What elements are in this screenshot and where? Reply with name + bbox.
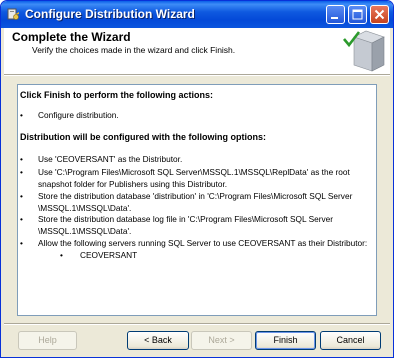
app-icon — [7, 8, 19, 20]
next-button[interactable]: Next > — [191, 331, 252, 350]
option-text: Store the distribution database 'distrib… — [38, 191, 353, 213]
option-text: Store the distribution database log file… — [38, 214, 334, 236]
close-button[interactable] — [370, 5, 389, 24]
server-item: • CEOVERSANT — [60, 250, 137, 260]
footer-separator — [4, 323, 390, 325]
action-text: Configure distribution. — [38, 110, 119, 120]
window-title: Configure Distribution Wizard — [25, 7, 195, 21]
actions-heading: Click Finish to perform the following ac… — [20, 90, 214, 100]
wizard-header: Complete the Wizard Verify the choices m… — [4, 28, 390, 74]
back-button[interactable]: < Back — [127, 331, 189, 350]
bullet: • — [20, 238, 23, 248]
bullet: • — [20, 214, 23, 224]
option-text: Use 'C:\Program Files\Microsoft SQL Serv… — [38, 167, 350, 189]
header-separator — [4, 74, 390, 76]
summary-box[interactable]: Click Finish to perform the following ac… — [17, 84, 377, 316]
cancel-button[interactable]: Cancel — [320, 331, 381, 350]
bullet: • — [20, 110, 23, 120]
option-text: Use 'CEOVERSANT' as the Distributor. — [38, 154, 183, 164]
title-bar[interactable]: Configure Distribution Wizard — [1, 1, 393, 28]
bullet: • — [20, 191, 23, 201]
maximize-icon — [352, 9, 363, 20]
wizard-window: Configure Distribution Wizard Complete t… — [0, 0, 394, 358]
wizard-server-icon — [343, 30, 385, 72]
server-name: CEOVERSANT — [80, 250, 138, 260]
help-button[interactable]: Help — [18, 331, 77, 350]
bullet: • — [20, 154, 23, 164]
finish-button[interactable]: Finish — [255, 331, 316, 350]
minimize-icon — [331, 17, 338, 19]
close-icon — [374, 9, 385, 20]
bullet: • — [20, 167, 23, 177]
bullet: • — [60, 250, 63, 260]
page-title: Complete the Wizard — [12, 30, 131, 44]
page-subtitle: Verify the choices made in the wizard an… — [32, 45, 236, 55]
minimize-button[interactable] — [326, 5, 345, 24]
options-heading: Distribution will be configured with the… — [20, 132, 266, 142]
option-text: Allow the following servers running SQL … — [38, 238, 368, 248]
maximize-button[interactable] — [348, 5, 367, 24]
